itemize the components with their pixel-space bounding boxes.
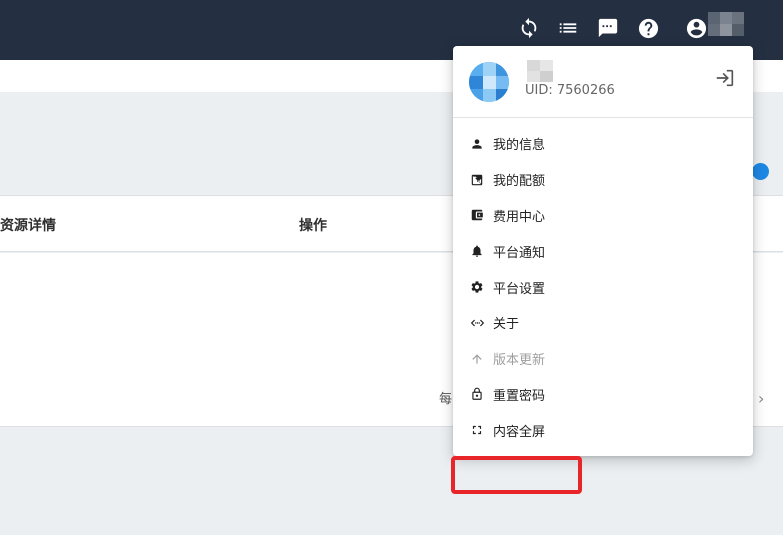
logout-icon[interactable] bbox=[714, 67, 736, 89]
username-mosaic bbox=[527, 60, 553, 82]
help-icon[interactable] bbox=[635, 15, 661, 41]
quota-icon bbox=[469, 172, 485, 188]
avatar bbox=[469, 62, 509, 102]
sync-icon[interactable] bbox=[516, 15, 542, 41]
user-menu: UID: 7560266 我的信息 我的配额 费用中心 平台通知 平台设置 关于… bbox=[451, 46, 753, 494]
menu-item-fullscreen[interactable]: 内容全屏 bbox=[453, 412, 753, 448]
menu-item-label: 重置密码 bbox=[493, 388, 546, 404]
menu-item-version-update: 版本更新 bbox=[453, 341, 753, 377]
code-icon bbox=[469, 315, 485, 331]
menu-item-settings[interactable]: 平台设置 bbox=[453, 269, 753, 305]
gear-icon bbox=[469, 279, 485, 295]
menu-item-my-quota[interactable]: 我的配额 bbox=[453, 162, 753, 198]
column-action: 操作 bbox=[299, 218, 327, 234]
menu-item-my-info[interactable]: 我的信息 bbox=[453, 126, 753, 162]
user-id: UID: 7560266 bbox=[525, 83, 615, 98]
menu-item-label: 平台通知 bbox=[493, 245, 546, 261]
user-menu-items: 我的信息 我的配额 费用中心 平台通知 平台设置 关于 版本更新 重置密码 内容… bbox=[451, 126, 753, 494]
user-menu-header: UID: 7560266 bbox=[453, 46, 753, 118]
account-icon[interactable] bbox=[683, 15, 709, 41]
column-resource-detail: 资源详情 bbox=[0, 218, 56, 234]
wallet-icon bbox=[469, 207, 485, 223]
menu-item-about[interactable]: 关于 bbox=[453, 305, 753, 341]
menu-item-label: 我的配额 bbox=[493, 174, 546, 190]
fullscreen-icon bbox=[469, 422, 485, 438]
menu-item-label: 内容全屏 bbox=[493, 424, 546, 440]
person-icon bbox=[469, 136, 485, 152]
menu-item-label: 关于 bbox=[493, 317, 520, 333]
list-icon[interactable] bbox=[555, 15, 581, 41]
menu-item-reset-password[interactable]: 重置密码 bbox=[453, 377, 753, 413]
toggle-indicator[interactable] bbox=[752, 163, 769, 180]
chevron-right-icon[interactable]: › bbox=[758, 389, 764, 408]
pagination-label: 每 bbox=[439, 392, 453, 407]
bell-icon bbox=[469, 243, 485, 259]
username-mosaic[interactable] bbox=[708, 12, 744, 36]
highlight-box bbox=[451, 456, 582, 494]
menu-item-label: 我的信息 bbox=[493, 138, 546, 154]
menu-item-label: 平台设置 bbox=[493, 281, 546, 297]
menu-item-label: 费用中心 bbox=[493, 209, 546, 225]
menu-item-label: 版本更新 bbox=[493, 353, 546, 369]
menu-item-notifications[interactable]: 平台通知 bbox=[453, 233, 753, 269]
message-icon[interactable] bbox=[595, 15, 621, 41]
menu-item-billing[interactable]: 费用中心 bbox=[453, 198, 753, 234]
lock-icon bbox=[469, 386, 485, 402]
arrow-up-icon bbox=[469, 351, 485, 367]
